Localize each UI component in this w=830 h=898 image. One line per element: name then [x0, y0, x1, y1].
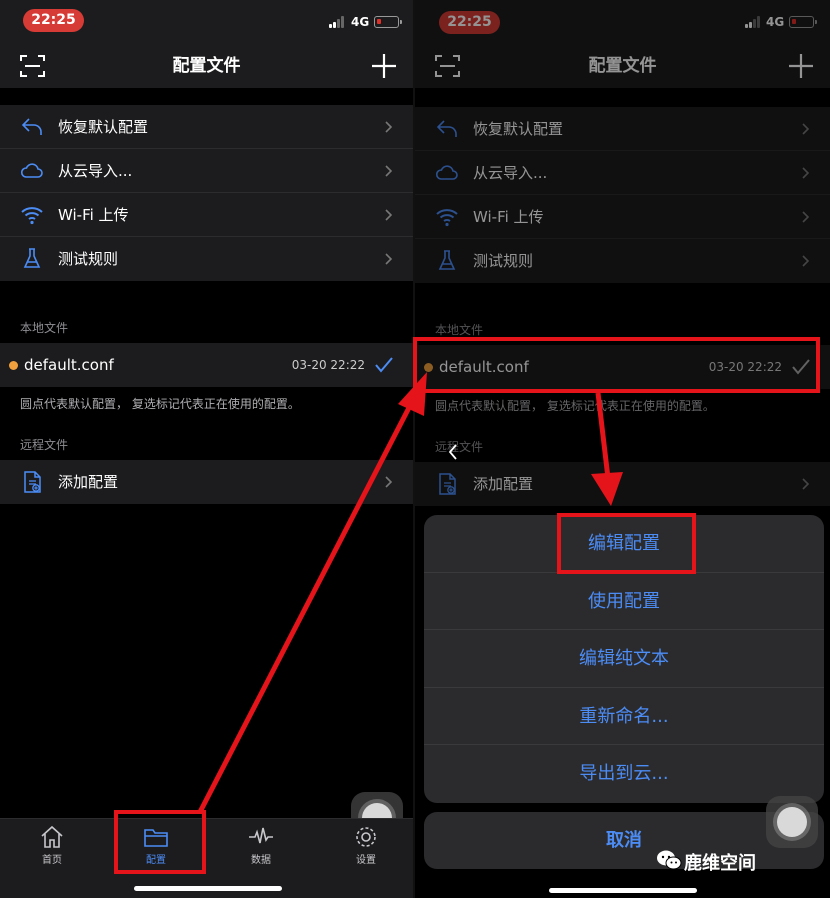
chevron-right-icon [385, 121, 393, 133]
remote-files-label: 远程文件 [20, 438, 69, 452]
tab-label: 设置 [356, 855, 376, 866]
tab-settings[interactable]: 设置 [336, 825, 396, 869]
chevron-right-icon [385, 209, 393, 221]
chevron-right-icon [385, 253, 393, 265]
cloud-icon [20, 163, 43, 178]
menu-item-import-cloud[interactable]: 从云导入... [0, 149, 413, 193]
menu-item-restore-default[interactable]: 恢复默认配置 [0, 105, 413, 149]
activity-icon [249, 827, 273, 844]
plus-icon[interactable] [371, 53, 397, 79]
highlight-box-config-tab [114, 810, 206, 874]
status-time: 22:25 [23, 9, 84, 32]
battery-icon [374, 16, 402, 28]
tab-label: 数据 [251, 855, 271, 866]
default-dot-icon [9, 361, 18, 370]
left-screen: 22:25 4G 配置文件 恢复默认配置 从云导入... Wi-Fi 上传 测试… [0, 0, 413, 898]
add-config-label: 添加配置 [58, 473, 119, 491]
wechat-icon [657, 850, 682, 870]
menu-item-label: 恢复默认配置 [58, 118, 149, 136]
add-config-row[interactable]: 添加配置 [0, 460, 413, 504]
action-export-cloud[interactable]: 导出到云... [424, 745, 824, 803]
navbar: 配置文件 [0, 44, 413, 88]
home-indicator [134, 886, 282, 891]
tab-label: 首页 [42, 855, 62, 866]
watermark-text: 鹿维空间 [684, 853, 756, 874]
menu-item-wifi-upload[interactable]: Wi-Fi 上传 [0, 193, 413, 237]
file-name: default.conf [24, 356, 114, 374]
menu-item-label: 测试规则 [58, 250, 119, 268]
tab-home[interactable]: 首页 [22, 825, 82, 869]
highlight-box-file-row [413, 337, 820, 393]
page-title: 配置文件 [172, 56, 241, 76]
local-files-label: 本地文件 [20, 321, 69, 335]
file-row-default-conf[interactable]: default.conf 03-20 22:22 [0, 343, 413, 387]
action-rename[interactable]: 重新命名... [424, 688, 824, 746]
status-bar: 22:25 4G [0, 0, 413, 44]
action-use-config[interactable]: 使用配置 [424, 573, 824, 631]
file-date: 03-20 22:22 [291, 358, 365, 372]
chevron-right-icon [385, 476, 393, 488]
chevron-right-icon [385, 165, 393, 177]
menu-item-label: Wi-Fi 上传 [58, 206, 129, 224]
flask-icon [23, 248, 41, 268]
add-file-icon [24, 471, 41, 493]
highlight-box-edit-config [557, 513, 696, 574]
menu-item-test-rules[interactable]: 测试规则 [0, 237, 413, 281]
wifi-icon [21, 207, 43, 225]
action-edit-plain-text[interactable]: 编辑纯文本 [424, 630, 824, 688]
home-icon [41, 825, 63, 848]
menu-group: 恢复默认配置 从云导入... Wi-Fi 上传 测试规则 [0, 105, 413, 281]
legend-hint: 圆点代表默认配置， 复选标记代表正在使用的配置。 [20, 397, 300, 411]
home-indicator [549, 888, 697, 893]
gear-icon [356, 827, 376, 847]
tab-data[interactable]: 数据 [231, 825, 291, 869]
cancel-button[interactable]: 取消 [424, 812, 824, 869]
menu-item-label: 从云导入... [58, 162, 133, 180]
signal-icon [329, 16, 344, 28]
undo-icon [21, 118, 42, 135]
network-label: 4G [351, 15, 370, 29]
chevron-left-icon[interactable] [448, 444, 458, 460]
assistive-touch-button[interactable] [766, 796, 818, 848]
checkmark-icon [375, 357, 393, 373]
